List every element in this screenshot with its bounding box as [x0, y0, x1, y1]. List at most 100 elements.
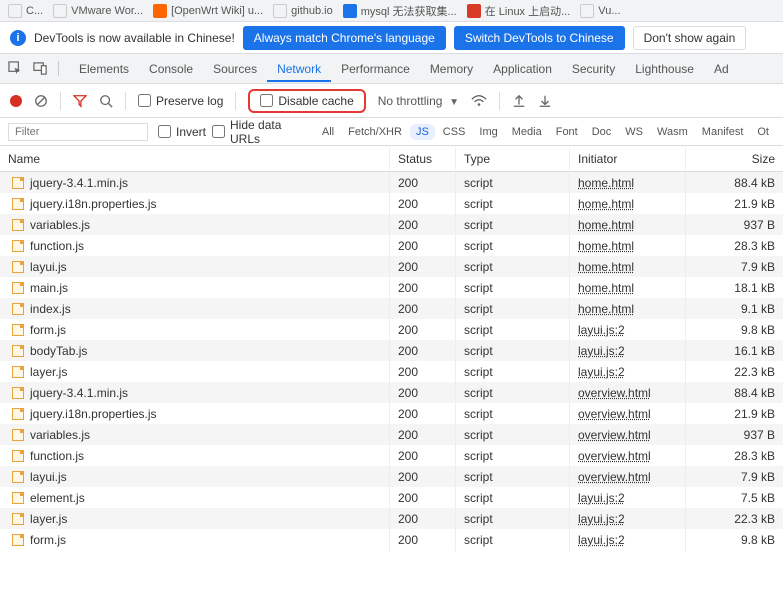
bookmark-item[interactable]: C...: [8, 4, 43, 18]
status-cell: 200: [390, 361, 456, 383]
filter-pill-font[interactable]: Font: [550, 124, 584, 140]
initiator-link[interactable]: overview.html: [578, 449, 651, 463]
switch-devtools-language-button[interactable]: Switch DevTools to Chinese: [454, 26, 625, 50]
bookmark-item[interactable]: mysql 无法获取集...: [343, 3, 457, 19]
bookmark-item[interactable]: VMware Wor...: [53, 4, 143, 18]
search-icon[interactable]: [99, 94, 113, 108]
filter-pill-doc[interactable]: Doc: [586, 124, 618, 140]
table-row[interactable]: bodyTab.js 200 script layui.js:2 16.1 kB: [0, 340, 783, 361]
tab-performance[interactable]: Performance: [331, 56, 420, 82]
filter-pill-wasm[interactable]: Wasm: [651, 124, 694, 140]
table-row[interactable]: variables.js 200 script overview.html 93…: [0, 424, 783, 445]
initiator-link[interactable]: home.html: [578, 239, 634, 253]
initiator-link[interactable]: home.html: [578, 197, 634, 211]
disable-cache-highlight: Disable cache: [248, 89, 365, 113]
initiator-link[interactable]: home.html: [578, 260, 634, 274]
filter-pill-manifest[interactable]: Manifest: [696, 124, 750, 140]
initiator-link[interactable]: layui.js:2: [578, 323, 625, 337]
tab-security[interactable]: Security: [562, 56, 625, 82]
initiator-link[interactable]: layui.js:2: [578, 344, 625, 358]
table-row[interactable]: variables.js 200 script home.html 937 B: [0, 214, 783, 235]
table-row[interactable]: form.js 200 script layui.js:2 9.8 kB: [0, 529, 783, 550]
table-row[interactable]: jquery-3.4.1.min.js 200 script home.html…: [0, 172, 783, 193]
header-size[interactable]: Size: [686, 148, 783, 170]
bookmark-favicon: [273, 4, 287, 18]
initiator-link[interactable]: home.html: [578, 176, 634, 190]
bookmark-item[interactable]: Vu...: [580, 4, 620, 18]
table-row[interactable]: jquery.i18n.properties.js 200 script ove…: [0, 403, 783, 424]
initiator-link[interactable]: layui.js:2: [578, 491, 625, 505]
status-cell: 200: [390, 193, 456, 215]
initiator-link[interactable]: layui.js:2: [578, 533, 625, 547]
initiator-link[interactable]: overview.html: [578, 470, 651, 484]
tab-lighthouse[interactable]: Lighthouse: [625, 56, 704, 82]
header-initiator[interactable]: Initiator: [570, 148, 686, 170]
tab-elements[interactable]: Elements: [69, 56, 139, 82]
script-file-icon: [12, 408, 24, 420]
size-cell: 7.5 kB: [686, 487, 783, 509]
initiator-link[interactable]: layui.js:2: [578, 512, 625, 526]
table-row[interactable]: layer.js 200 script layui.js:2 22.3 kB: [0, 508, 783, 529]
header-name[interactable]: Name: [0, 148, 390, 170]
bookmark-item[interactable]: github.io: [273, 4, 333, 18]
filter-pill-img[interactable]: Img: [473, 124, 503, 140]
tab-ad[interactable]: Ad: [704, 56, 739, 82]
table-row[interactable]: index.js 200 script home.html 9.1 kB: [0, 298, 783, 319]
filter-pill-ot[interactable]: Ot: [751, 124, 775, 140]
filter-icon[interactable]: [73, 94, 87, 108]
tab-application[interactable]: Application: [483, 56, 562, 82]
script-file-icon: [12, 282, 24, 294]
record-button[interactable]: [10, 95, 22, 107]
invert-checkbox[interactable]: Invert: [158, 125, 206, 139]
table-row[interactable]: function.js 200 script home.html 28.3 kB: [0, 235, 783, 256]
filter-pill-js[interactable]: JS: [410, 124, 435, 140]
disable-cache-checkbox[interactable]: Disable cache: [260, 94, 353, 108]
filter-pill-ws[interactable]: WS: [619, 124, 649, 140]
download-har-icon[interactable]: [538, 94, 552, 108]
size-cell: 9.1 kB: [686, 298, 783, 320]
throttling-dropdown[interactable]: No throttling ▼: [378, 94, 459, 108]
table-row[interactable]: form.js 200 script layui.js:2 9.8 kB: [0, 319, 783, 340]
initiator-link[interactable]: overview.html: [578, 407, 651, 421]
devtools-tabs: ElementsConsoleSourcesNetworkPerformance…: [0, 54, 783, 84]
clear-button[interactable]: [34, 94, 48, 108]
table-row[interactable]: jquery.i18n.properties.js 200 script hom…: [0, 193, 783, 214]
status-cell: 200: [390, 508, 456, 530]
upload-har-icon[interactable]: [512, 94, 526, 108]
filter-pill-all[interactable]: All: [316, 124, 340, 140]
initiator-link[interactable]: home.html: [578, 302, 634, 316]
filter-input[interactable]: [8, 123, 148, 141]
type-cell: script: [456, 445, 570, 467]
tab-network[interactable]: Network: [267, 56, 331, 82]
initiator-link[interactable]: home.html: [578, 218, 634, 232]
table-row[interactable]: function.js 200 script overview.html 28.…: [0, 445, 783, 466]
network-conditions-icon[interactable]: [471, 94, 487, 108]
table-row[interactable]: main.js 200 script home.html 18.1 kB: [0, 277, 783, 298]
hide-data-urls-checkbox[interactable]: Hide data URLs: [212, 118, 310, 146]
inspect-element-icon[interactable]: [8, 61, 23, 76]
table-row[interactable]: jquery-3.4.1.min.js 200 script overview.…: [0, 382, 783, 403]
always-match-language-button[interactable]: Always match Chrome's language: [243, 26, 446, 50]
table-row[interactable]: layui.js 200 script overview.html 7.9 kB: [0, 466, 783, 487]
header-type[interactable]: Type: [456, 148, 570, 170]
tab-memory[interactable]: Memory: [420, 56, 483, 82]
filter-pill-css[interactable]: CSS: [437, 124, 472, 140]
table-row[interactable]: layui.js 200 script home.html 7.9 kB: [0, 256, 783, 277]
table-row[interactable]: element.js 200 script layui.js:2 7.5 kB: [0, 487, 783, 508]
filter-pill-fetchxhr[interactable]: Fetch/XHR: [342, 124, 408, 140]
dont-show-again-button[interactable]: Don't show again: [633, 26, 747, 50]
tab-console[interactable]: Console: [139, 56, 203, 82]
header-status[interactable]: Status: [390, 148, 456, 170]
device-toolbar-icon[interactable]: [33, 61, 48, 76]
tab-sources[interactable]: Sources: [203, 56, 267, 82]
table-row[interactable]: layer.js 200 script layui.js:2 22.3 kB: [0, 361, 783, 382]
initiator-link[interactable]: overview.html: [578, 386, 651, 400]
bookmark-item[interactable]: 在 Linux 上启动...: [467, 3, 571, 19]
bookmark-item[interactable]: [OpenWrt Wiki] u...: [153, 4, 263, 18]
bookmark-bar: C... VMware Wor... [OpenWrt Wiki] u... gith…: [0, 0, 783, 22]
filter-pill-media[interactable]: Media: [506, 124, 548, 140]
preserve-log-checkbox[interactable]: Preserve log: [138, 94, 223, 108]
initiator-link[interactable]: layui.js:2: [578, 365, 625, 379]
initiator-link[interactable]: overview.html: [578, 428, 651, 442]
initiator-link[interactable]: home.html: [578, 281, 634, 295]
